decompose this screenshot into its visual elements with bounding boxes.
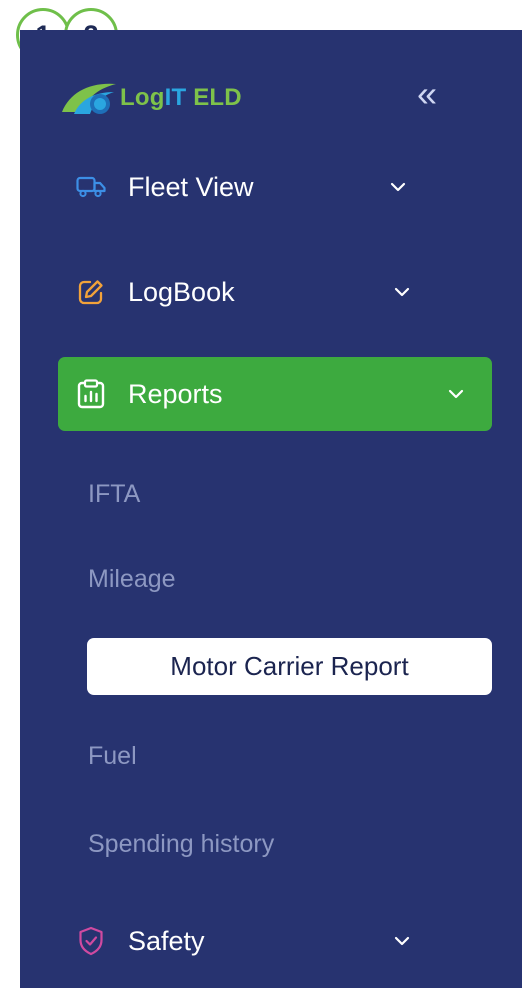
shield-check-icon xyxy=(76,926,106,956)
double-chevron-left-icon: « xyxy=(416,73,438,114)
edit-icon xyxy=(76,277,106,307)
brand-name: LogIT ELD xyxy=(120,84,242,112)
nav-label-fleet-view: Fleet View xyxy=(128,171,254,202)
collapse-sidebar-button[interactable]: « xyxy=(410,74,444,114)
brand-logo[interactable]: LogIT ELD xyxy=(60,78,242,118)
report-chart-icon xyxy=(76,379,106,409)
sub-item-fuel[interactable]: Fuel xyxy=(88,742,137,771)
sub-item-spending-history[interactable]: Spending history xyxy=(88,830,274,859)
chevron-down-icon xyxy=(390,182,406,192)
brand-eld: ELD xyxy=(186,84,242,111)
chevron-down-icon xyxy=(448,389,464,399)
nav-item-safety[interactable]: Safety xyxy=(58,904,492,978)
nav-label-reports: Reports xyxy=(128,378,223,409)
chevron-down-icon xyxy=(394,287,410,297)
brand-log: Log xyxy=(120,84,165,111)
logo-mark-icon xyxy=(62,83,116,114)
truck-icon xyxy=(76,172,106,202)
sub-item-motor-carrier-report[interactable]: Motor Carrier Report xyxy=(87,638,492,695)
nav-label-logbook: LogBook xyxy=(128,276,235,307)
sub-item-ifta[interactable]: IFTA xyxy=(88,480,140,509)
nav-item-logbook[interactable]: LogBook xyxy=(58,255,492,329)
nav-item-reports[interactable]: Reports xyxy=(58,357,492,431)
sub-item-mileage[interactable]: Mileage xyxy=(88,565,176,594)
nav-item-fleet-view[interactable]: Fleet View xyxy=(58,150,492,224)
nav-label-safety: Safety xyxy=(128,925,205,956)
brand-it: IT xyxy=(164,84,187,111)
chevron-down-icon xyxy=(394,936,410,946)
